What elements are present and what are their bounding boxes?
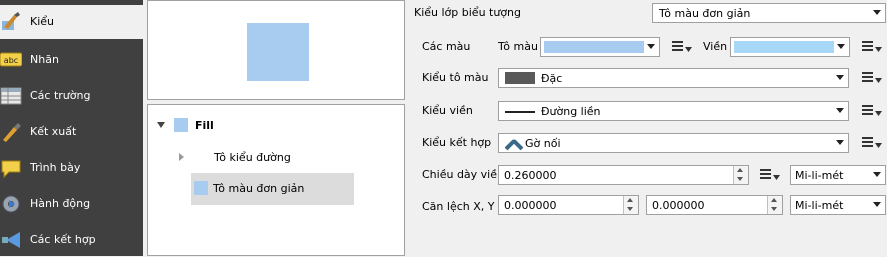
spin-buttons[interactable] — [623, 196, 638, 214]
chevron-down-icon — [837, 44, 845, 49]
sidebar-item-display[interactable]: Trình bày — [0, 151, 143, 185]
chevron-down-icon — [647, 44, 655, 49]
sidebar-item-style[interactable]: Kiểu — [0, 5, 143, 39]
offset-unit-select[interactable]: Mi-li-mét — [790, 195, 886, 215]
spin-buttons[interactable] — [733, 166, 748, 184]
spin-down-icon[interactable] — [771, 207, 777, 211]
tree-item-line-pattern[interactable]: Tô kiểu đường — [214, 151, 291, 164]
offset-x-value: 0.000000 — [504, 199, 557, 212]
colors-label: Các màu — [422, 40, 471, 53]
border-style-value: Đường liền — [541, 105, 601, 118]
fill-color-label: Tô màu — [498, 40, 538, 53]
join-style-label: Kiểu kết hợp — [422, 136, 492, 149]
border-color-label: Viền — [703, 40, 728, 53]
solid-line-preview-icon — [505, 111, 535, 113]
sidebar-nav: Kiểu abc Nhãn Các trường Kết xuất Trình … — [0, 0, 143, 256]
abc-label-icon: abc — [0, 49, 23, 71]
sidebar-item-label: Các trường — [30, 89, 91, 102]
simple-fill-swatch-icon — [194, 181, 208, 195]
symbol-layer-tree: Fill Tô kiểu đường Tô màu đơn giản — [147, 104, 405, 256]
fill-color-swatch — [544, 41, 644, 53]
border-width-unit-select[interactable]: Mi-li-mét — [790, 165, 886, 185]
collapse-arrow-icon[interactable] — [179, 153, 184, 161]
border-width-label: Chiều dày viền — [422, 168, 504, 181]
border-style-label: Kiểu viền — [422, 104, 473, 117]
join-arrow-icon — [0, 229, 22, 251]
offset-y-spinbox[interactable]: 0.000000 — [646, 195, 783, 215]
join-style-value: Gờ nối — [525, 137, 561, 150]
bevel-join-icon — [505, 139, 523, 151]
sidebar-item-label: Nhãn — [30, 53, 59, 66]
tree-item-label: Tô màu đơn giản — [213, 182, 305, 195]
symbol-layer-type-select[interactable]: Tô màu đơn giản — [652, 3, 886, 23]
preview-swatch — [247, 23, 309, 81]
symbol-layer-type-value: Tô màu đơn giản — [659, 7, 751, 20]
border-color-swatch — [734, 41, 834, 53]
border-style-data-defined-icon[interactable] — [860, 101, 886, 121]
spin-down-icon[interactable] — [627, 207, 633, 211]
svg-text:abc: abc — [4, 56, 18, 65]
symbol-layer-type-label: Kiểu lớp biểu tượng — [414, 6, 522, 19]
sidebar-item-label: Trình bày — [30, 161, 81, 174]
offset-x-spinbox[interactable]: 0.000000 — [498, 195, 639, 215]
fill-style-select[interactable]: Đặc — [498, 68, 849, 88]
sidebar-item-joins[interactable]: Các kết hợp — [0, 223, 143, 257]
chevron-down-icon — [873, 172, 881, 177]
chevron-down-icon — [873, 202, 881, 207]
fill-style-value: Đặc — [541, 72, 563, 85]
offset-y-value: 0.000000 — [652, 199, 705, 212]
render-brush-icon — [0, 121, 22, 143]
spin-buttons[interactable] — [767, 196, 782, 214]
sidebar-item-label: Hành động — [30, 197, 91, 210]
solid-fill-preview-icon — [505, 72, 535, 84]
spin-up-icon[interactable] — [627, 198, 633, 202]
chevron-down-icon — [836, 140, 844, 145]
border-width-data-defined-icon[interactable] — [758, 165, 784, 185]
sidebar-item-label: Các kết hợp — [30, 233, 96, 246]
spin-up-icon[interactable] — [737, 168, 743, 172]
border-width-value: 0.260000 — [504, 169, 557, 182]
join-style-select[interactable]: Gờ nối — [498, 133, 849, 153]
fill-style-label: Kiểu tô màu — [422, 71, 489, 84]
speech-bubble-icon — [0, 157, 22, 179]
border-width-unit-value: Mi-li-mét — [795, 169, 844, 182]
fill-style-data-defined-icon[interactable] — [860, 68, 886, 88]
border-width-spinbox[interactable]: 0.260000 — [498, 165, 749, 185]
chevron-down-icon — [873, 10, 881, 15]
border-style-select[interactable]: Đường liền — [498, 101, 849, 121]
sidebar-item-fields[interactable]: Các trường — [0, 79, 143, 113]
chevron-down-icon — [836, 108, 844, 113]
border-color-data-defined-icon[interactable] — [860, 37, 886, 57]
spin-up-icon[interactable] — [771, 198, 777, 202]
tree-item-simple-fill[interactable]: Tô màu đơn giản — [191, 173, 354, 205]
offset-unit-value: Mi-li-mét — [795, 199, 844, 212]
sidebar-item-label: Kiểu — [30, 15, 55, 28]
chevron-down-icon — [836, 75, 844, 80]
sidebar-item-label: Kết xuất — [30, 125, 77, 138]
join-style-data-defined-icon[interactable] — [860, 133, 886, 153]
sidebar-item-actions[interactable]: Hành động — [0, 187, 143, 221]
fill-color-button[interactable] — [540, 37, 660, 57]
spin-down-icon[interactable] — [737, 177, 743, 181]
gear-action-icon — [0, 193, 22, 215]
symbol-preview — [147, 0, 405, 100]
expand-arrow-icon[interactable] — [157, 122, 165, 128]
table-fields-icon — [0, 85, 22, 107]
fill-symbol-swatch-icon — [174, 118, 188, 132]
border-color-button[interactable] — [730, 37, 850, 57]
sidebar-item-rendering[interactable]: Kết xuất — [0, 115, 143, 149]
sidebar-item-labels[interactable]: abc Nhãn — [0, 43, 143, 77]
tree-root-label[interactable]: Fill — [195, 119, 214, 132]
offset-label: Căn lệch X, Y — [422, 200, 495, 213]
fill-color-data-defined-icon[interactable] — [670, 37, 696, 57]
paintbrush-style-icon — [0, 11, 22, 33]
